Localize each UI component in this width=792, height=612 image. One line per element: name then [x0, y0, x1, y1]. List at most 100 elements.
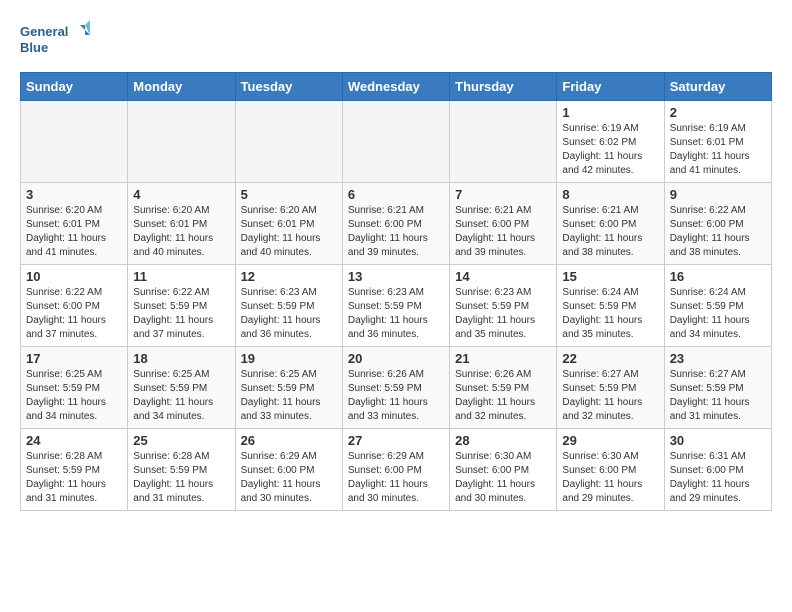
- day-info: Sunrise: 6:22 AM Sunset: 5:59 PM Dayligh…: [133, 286, 229, 342]
- day-info: Sunrise: 6:30 AM Sunset: 6:00 PM Dayligh…: [455, 450, 551, 506]
- day-info: Sunrise: 6:29 AM Sunset: 6:00 PM Dayligh…: [348, 450, 444, 506]
- calendar-cell: 12 Sunrise: 6:23 AM Sunset: 5:59 PM Dayli…: [235, 265, 342, 347]
- day-info: Sunrise: 6:23 AM Sunset: 5:59 PM Dayligh…: [348, 286, 444, 342]
- day-info: Sunrise: 6:31 AM Sunset: 6:00 PM Dayligh…: [670, 450, 766, 506]
- calendar-cell: 25 Sunrise: 6:28 AM Sunset: 5:59 PM Dayli…: [128, 429, 235, 511]
- calendar-cell: 11 Sunrise: 6:22 AM Sunset: 5:59 PM Dayli…: [128, 265, 235, 347]
- calendar-cell: 23 Sunrise: 6:27 AM Sunset: 5:59 PM Dayli…: [664, 347, 771, 429]
- day-info: Sunrise: 6:19 AM Sunset: 6:01 PM Dayligh…: [670, 122, 766, 178]
- day-number: 26: [241, 433, 337, 448]
- calendar-cell: 9 Sunrise: 6:22 AM Sunset: 6:00 PM Daylig…: [664, 183, 771, 265]
- day-info: Sunrise: 6:21 AM Sunset: 6:00 PM Dayligh…: [562, 204, 658, 260]
- day-info: Sunrise: 6:24 AM Sunset: 5:59 PM Dayligh…: [562, 286, 658, 342]
- day-number: 10: [26, 269, 122, 284]
- calendar-cell: [342, 101, 449, 183]
- day-info: Sunrise: 6:30 AM Sunset: 6:00 PM Dayligh…: [562, 450, 658, 506]
- day-number: 8: [562, 187, 658, 202]
- day-number: 14: [455, 269, 551, 284]
- calendar-cell: 14 Sunrise: 6:23 AM Sunset: 5:59 PM Dayli…: [450, 265, 557, 347]
- calendar-cell: 21Sunrise: 6:26 AM Sunset: 5:59 PM Dayli…: [450, 347, 557, 429]
- svg-text:General: General: [20, 24, 68, 39]
- calendar-week-row: 1Sunrise: 6:19 AM Sunset: 6:02 PM Daylig…: [21, 101, 772, 183]
- calendar-cell: 20 Sunrise: 6:26 AM Sunset: 5:59 PM Dayli…: [342, 347, 449, 429]
- weekday-header: Monday: [128, 73, 235, 101]
- day-number: 7: [455, 187, 551, 202]
- calendar-cell: [450, 101, 557, 183]
- day-info: Sunrise: 6:21 AM Sunset: 6:00 PM Dayligh…: [455, 204, 551, 260]
- day-number: 16: [670, 269, 766, 284]
- calendar-cell: 5Sunrise: 6:20 AM Sunset: 6:01 PM Daylig…: [235, 183, 342, 265]
- calendar-week-row: 10Sunrise: 6:22 AM Sunset: 6:00 PM Dayli…: [21, 265, 772, 347]
- calendar-cell: 30 Sunrise: 6:31 AM Sunset: 6:00 PM Dayli…: [664, 429, 771, 511]
- day-number: 18: [133, 351, 229, 366]
- calendar-cell: [21, 101, 128, 183]
- calendar-cell: 18 Sunrise: 6:25 AM Sunset: 5:59 PM Dayli…: [128, 347, 235, 429]
- day-info: Sunrise: 6:23 AM Sunset: 5:59 PM Dayligh…: [241, 286, 337, 342]
- day-info: Sunrise: 6:24 AM Sunset: 5:59 PM Dayligh…: [670, 286, 766, 342]
- day-info: Sunrise: 6:23 AM Sunset: 5:59 PM Dayligh…: [455, 286, 551, 342]
- calendar-cell: 1Sunrise: 6:19 AM Sunset: 6:02 PM Daylig…: [557, 101, 664, 183]
- day-info: Sunrise: 6:27 AM Sunset: 5:59 PM Dayligh…: [562, 368, 658, 424]
- day-number: 24: [26, 433, 122, 448]
- logo-svg: General Blue: [20, 20, 90, 62]
- day-number: 23: [670, 351, 766, 366]
- calendar-cell: 7 Sunrise: 6:21 AM Sunset: 6:00 PM Daylig…: [450, 183, 557, 265]
- day-number: 15: [562, 269, 658, 284]
- day-info: Sunrise: 6:25 AM Sunset: 5:59 PM Dayligh…: [26, 368, 122, 424]
- day-info: Sunrise: 6:28 AM Sunset: 5:59 PM Dayligh…: [133, 450, 229, 506]
- day-number: 2: [670, 105, 766, 120]
- calendar-cell: 22 Sunrise: 6:27 AM Sunset: 5:59 PM Dayli…: [557, 347, 664, 429]
- weekday-header: Tuesday: [235, 73, 342, 101]
- calendar-week-row: 17 Sunrise: 6:25 AM Sunset: 5:59 PM Dayli…: [21, 347, 772, 429]
- weekday-header: Friday: [557, 73, 664, 101]
- day-info: Sunrise: 6:25 AM Sunset: 5:59 PM Dayligh…: [241, 368, 337, 424]
- day-info: Sunrise: 6:27 AM Sunset: 5:59 PM Dayligh…: [670, 368, 766, 424]
- calendar-cell: [235, 101, 342, 183]
- day-number: 17: [26, 351, 122, 366]
- day-number: 21: [455, 351, 551, 366]
- day-info: Sunrise: 6:22 AM Sunset: 6:00 PM Dayligh…: [670, 204, 766, 260]
- day-number: 22: [562, 351, 658, 366]
- calendar-week-row: 3 Sunrise: 6:20 AM Sunset: 6:01 PM Daylig…: [21, 183, 772, 265]
- calendar-cell: 26Sunrise: 6:29 AM Sunset: 6:00 PM Dayli…: [235, 429, 342, 511]
- weekday-header: Thursday: [450, 73, 557, 101]
- calendar-cell: 13 Sunrise: 6:23 AM Sunset: 5:59 PM Dayli…: [342, 265, 449, 347]
- calendar-week-row: 24 Sunrise: 6:28 AM Sunset: 5:59 PM Dayli…: [21, 429, 772, 511]
- day-info: Sunrise: 6:26 AM Sunset: 5:59 PM Dayligh…: [348, 368, 444, 424]
- calendar-cell: 15 Sunrise: 6:24 AM Sunset: 5:59 PM Dayli…: [557, 265, 664, 347]
- calendar-cell: 24 Sunrise: 6:28 AM Sunset: 5:59 PM Dayli…: [21, 429, 128, 511]
- day-number: 13: [348, 269, 444, 284]
- calendar-cell: 29 Sunrise: 6:30 AM Sunset: 6:00 PM Dayli…: [557, 429, 664, 511]
- day-info: Sunrise: 6:25 AM Sunset: 5:59 PM Dayligh…: [133, 368, 229, 424]
- calendar-cell: [128, 101, 235, 183]
- calendar-cell: 19Sunrise: 6:25 AM Sunset: 5:59 PM Dayli…: [235, 347, 342, 429]
- day-number: 30: [670, 433, 766, 448]
- calendar-cell: 10Sunrise: 6:22 AM Sunset: 6:00 PM Dayli…: [21, 265, 128, 347]
- calendar-cell: 2 Sunrise: 6:19 AM Sunset: 6:01 PM Daylig…: [664, 101, 771, 183]
- weekday-header-row: SundayMondayTuesdayWednesdayThursdayFrid…: [21, 73, 772, 101]
- calendar-cell: 28 Sunrise: 6:30 AM Sunset: 6:00 PM Dayli…: [450, 429, 557, 511]
- day-number: 3: [26, 187, 122, 202]
- day-number: 25: [133, 433, 229, 448]
- day-number: 29: [562, 433, 658, 448]
- calendar-cell: 17 Sunrise: 6:25 AM Sunset: 5:59 PM Dayli…: [21, 347, 128, 429]
- calendar-cell: 6 Sunrise: 6:21 AM Sunset: 6:00 PM Daylig…: [342, 183, 449, 265]
- svg-text:Blue: Blue: [20, 40, 48, 55]
- day-info: Sunrise: 6:28 AM Sunset: 5:59 PM Dayligh…: [26, 450, 122, 506]
- calendar-cell: 3 Sunrise: 6:20 AM Sunset: 6:01 PM Daylig…: [21, 183, 128, 265]
- calendar-cell: 4Sunrise: 6:20 AM Sunset: 6:01 PM Daylig…: [128, 183, 235, 265]
- day-number: 6: [348, 187, 444, 202]
- logo: General Blue: [20, 20, 90, 62]
- day-number: 11: [133, 269, 229, 284]
- day-info: Sunrise: 6:21 AM Sunset: 6:00 PM Dayligh…: [348, 204, 444, 260]
- day-info: Sunrise: 6:20 AM Sunset: 6:01 PM Dayligh…: [26, 204, 122, 260]
- day-number: 4: [133, 187, 229, 202]
- day-number: 12: [241, 269, 337, 284]
- day-number: 20: [348, 351, 444, 366]
- calendar-cell: 16 Sunrise: 6:24 AM Sunset: 5:59 PM Dayli…: [664, 265, 771, 347]
- calendar-table: SundayMondayTuesdayWednesdayThursdayFrid…: [20, 72, 772, 511]
- day-number: 27: [348, 433, 444, 448]
- day-number: 28: [455, 433, 551, 448]
- calendar-cell: 8 Sunrise: 6:21 AM Sunset: 6:00 PM Daylig…: [557, 183, 664, 265]
- day-number: 9: [670, 187, 766, 202]
